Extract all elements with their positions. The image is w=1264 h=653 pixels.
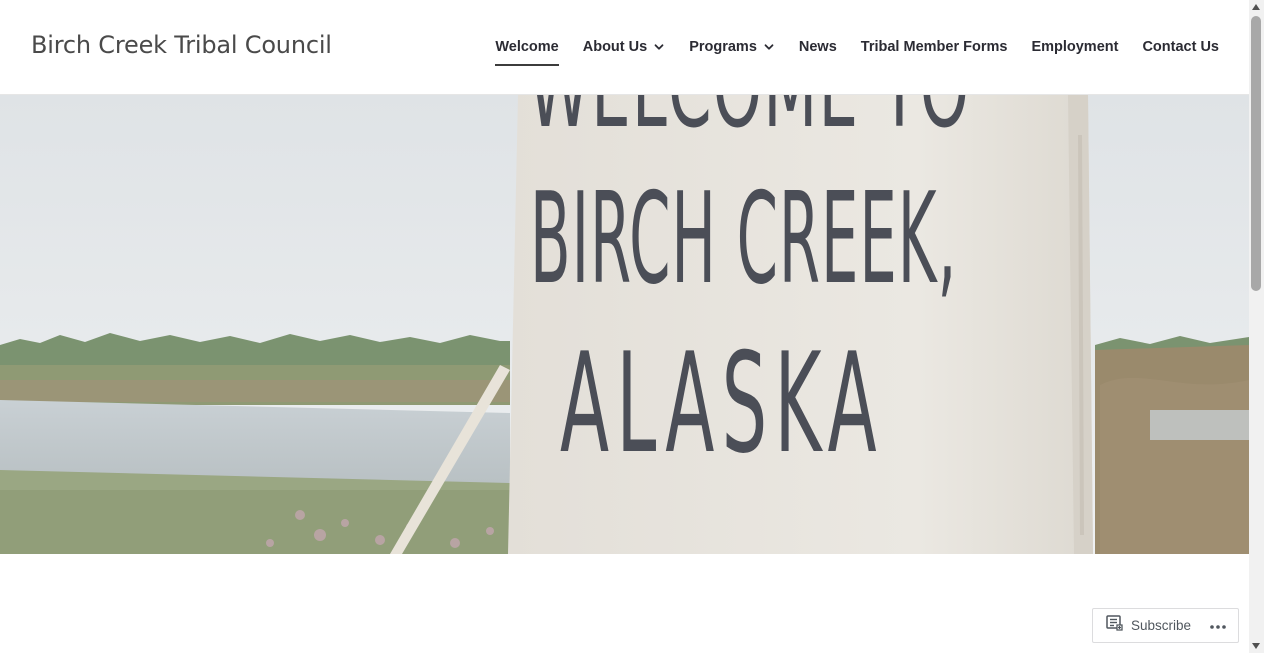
ellipsis-icon	[1209, 617, 1227, 635]
vertical-scrollbar[interactable]	[1249, 0, 1264, 653]
nav-item-programs[interactable]: Programs	[689, 39, 775, 55]
nav-item-employment[interactable]: Employment	[1031, 39, 1118, 55]
nav-item-label: Programs	[689, 39, 757, 55]
sign-line-birch-creek: BIRCH CREEK,	[530, 165, 958, 312]
nav-item-welcome[interactable]: Welcome	[495, 39, 560, 66]
hero-image: WELCOME TO BIRCH CREEK, ALASKA	[0, 95, 1249, 554]
page: Birch Creek Tribal Council Welcome About…	[0, 0, 1249, 653]
site-header: Birch Creek Tribal Council Welcome About…	[0, 0, 1249, 95]
subscribe-widget: Subscribe	[1092, 608, 1239, 643]
more-options-button[interactable]	[1208, 617, 1228, 635]
subscribe-button[interactable]: Subscribe	[1093, 609, 1191, 642]
scroll-down-arrow-icon[interactable]	[1252, 643, 1260, 649]
nav-item-label: Employment	[1031, 39, 1119, 55]
site-title[interactable]: Birch Creek Tribal Council	[31, 31, 332, 59]
scrollbar-thumb[interactable]	[1251, 16, 1261, 291]
nav-item-tribal-member-forms[interactable]: Tribal Member Forms	[861, 39, 1008, 55]
reader-icon	[1106, 615, 1124, 636]
primary-navigation: Welcome About Us Programs News Tribal Me…	[495, 36, 1219, 66]
chevron-down-icon	[653, 41, 665, 53]
sign-line-alaska: ALASKA	[560, 323, 884, 484]
nav-item-label: Tribal Member Forms	[860, 39, 1008, 55]
nav-item-contact-us[interactable]: Contact Us	[1142, 39, 1219, 55]
chevron-down-icon	[763, 41, 775, 53]
nav-item-label: Contact Us	[1142, 39, 1219, 55]
nav-item-label: Welcome	[495, 39, 559, 55]
nav-item-about-us[interactable]: About Us	[583, 39, 665, 55]
nav-item-label: About Us	[582, 39, 648, 55]
sign-line-welcome: WELCOME TO	[528, 95, 970, 152]
scroll-up-arrow-icon[interactable]	[1252, 4, 1260, 10]
subscribe-label: Subscribe	[1131, 618, 1192, 633]
nav-item-label: News	[798, 39, 837, 55]
nav-item-news[interactable]: News	[799, 39, 837, 55]
